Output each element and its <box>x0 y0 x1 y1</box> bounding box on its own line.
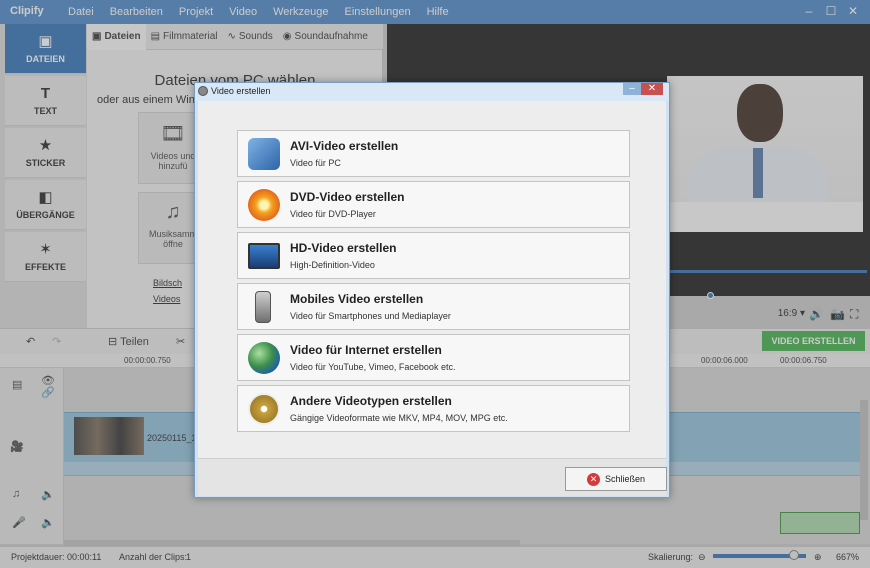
option-description: Video für YouTube, Vimeo, Facebook etc. <box>290 362 456 372</box>
dialog-minimize-icon[interactable]: – <box>623 83 641 95</box>
close-button[interactable]: ✕ Schließen <box>565 467 667 491</box>
dialog-body: AVI-Video erstellen Video für PC DVD-Vid… <box>198 101 666 458</box>
dialog-close-icon[interactable]: ✕ <box>641 83 663 95</box>
dvd-disc-icon <box>248 189 280 221</box>
option-title: DVD-Video erstellen <box>290 190 405 204</box>
dialog-title-bar: Video erstellen – ✕ <box>195 83 669 101</box>
option-mobile-video[interactable]: Mobiles Video erstellen Video für Smartp… <box>237 283 630 330</box>
dialog-app-icon <box>198 86 208 96</box>
option-title: Video für Internet erstellen <box>290 343 442 357</box>
option-other-video[interactable]: Andere Videotypen erstellen Gängige Vide… <box>237 385 630 432</box>
mobile-phone-icon <box>255 291 271 323</box>
dialog-footer: ✕ Schließen <box>198 458 667 496</box>
option-description: Video für DVD-Player <box>290 209 376 219</box>
hd-monitor-icon <box>248 243 280 269</box>
option-description: High-Definition-Video <box>290 260 375 270</box>
create-video-dialog: Video erstellen – ✕ AVI-Video erstellen … <box>194 82 670 498</box>
option-hd-video[interactable]: HD-Video erstellen High-Definition-Video <box>237 232 630 279</box>
option-avi-video[interactable]: AVI-Video erstellen Video für PC <box>237 130 630 177</box>
close-icon: ✕ <box>586 473 600 487</box>
globe-icon <box>248 342 280 374</box>
film-reel-icon <box>248 393 280 425</box>
option-description: Gängige Videoformate wie MKV, MP4, MOV, … <box>290 413 508 423</box>
avi-film-icon <box>248 138 280 170</box>
close-button-label: Schließen <box>604 474 646 484</box>
option-description: Video für Smartphones und Mediaplayer <box>290 311 451 321</box>
option-title: HD-Video erstellen <box>290 241 397 255</box>
option-title: Andere Videotypen erstellen <box>290 394 452 408</box>
option-internet-video[interactable]: Video für Internet erstellen Video für Y… <box>237 334 630 381</box>
option-title: Mobiles Video erstellen <box>290 292 424 306</box>
option-description: Video für PC <box>290 158 341 168</box>
dialog-title: Video erstellen <box>211 86 271 96</box>
option-title: AVI-Video erstellen <box>290 139 399 153</box>
option-dvd-video[interactable]: DVD-Video erstellen Video für DVD-Player <box>237 181 630 228</box>
